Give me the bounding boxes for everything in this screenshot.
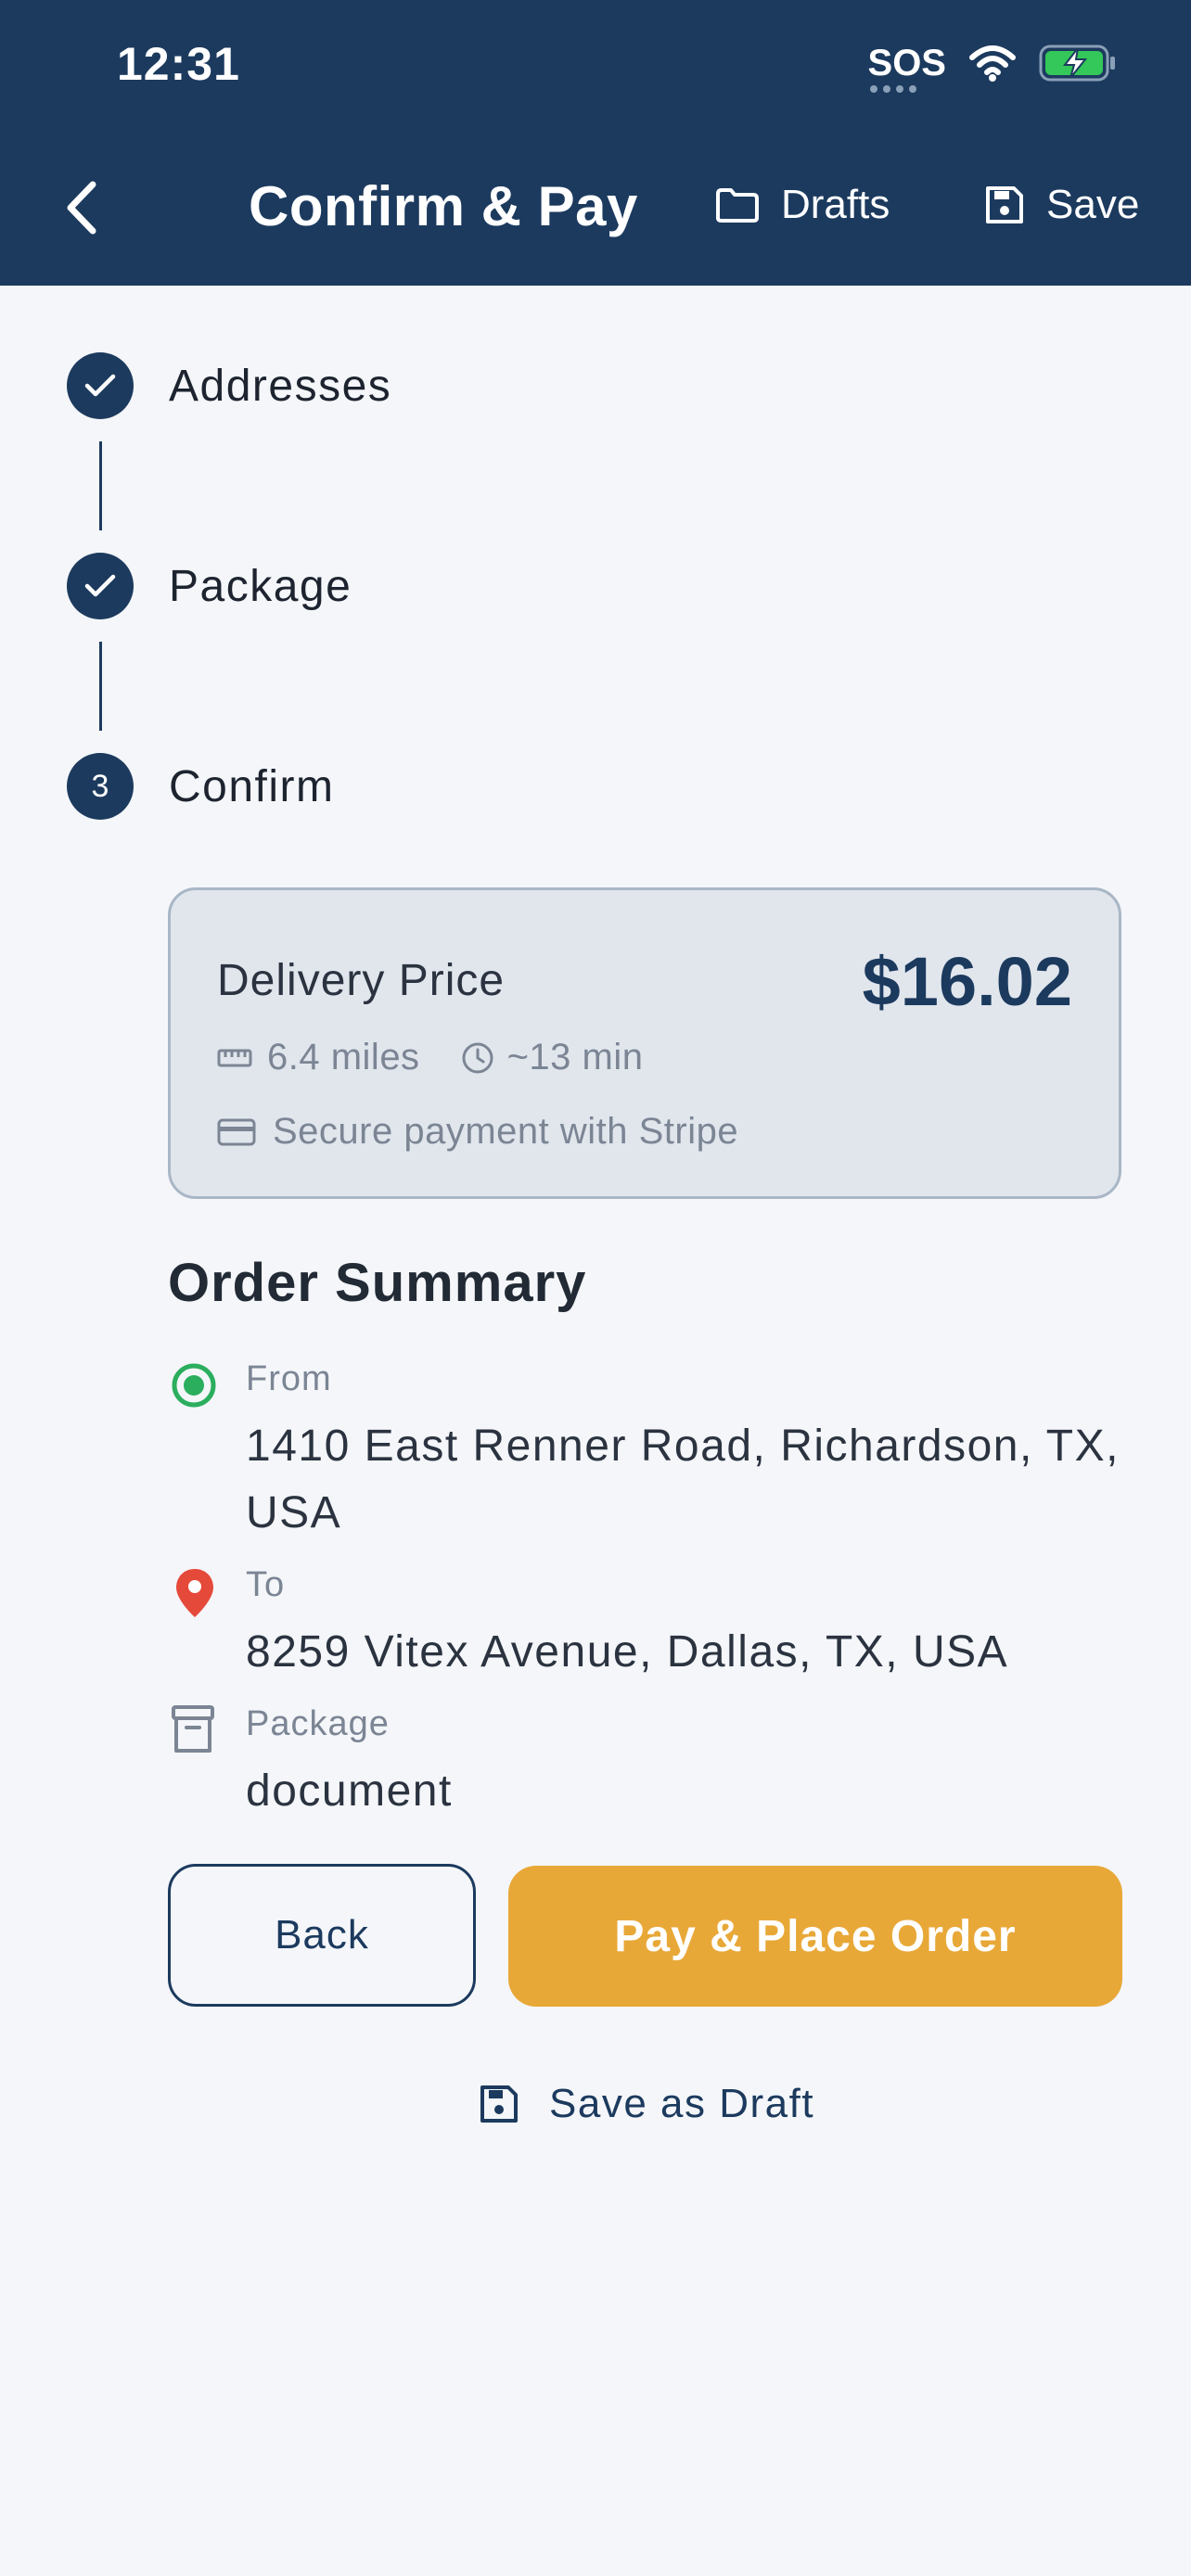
back-nav-button[interactable] (52, 171, 111, 245)
step-connector (99, 642, 102, 731)
sos-indicator: SOS (867, 43, 946, 93)
payment-note: Secure payment with Stripe (217, 1111, 738, 1153)
to-address: 8259 Vitex Avenue, Dallas, TX, USA (246, 1627, 1009, 1677)
step-label: Package (169, 561, 352, 611)
status-icons: SOS (867, 43, 1117, 93)
step-addresses[interactable]: Addresses (67, 352, 391, 419)
floppy-disk-icon (480, 2085, 518, 2123)
step-connector (99, 441, 102, 530)
page-title: Confirm & Pay (249, 175, 638, 237)
from-label: From (246, 1359, 332, 1398)
chevron-left-icon (67, 181, 96, 235)
delivery-price-card: Delivery Price $16.02 6.4 miles ~13 min … (168, 887, 1121, 1199)
order-summary-title: Order Summary (168, 1253, 587, 1313)
radio-dot-icon (172, 1363, 216, 1408)
step-number-badge: 3 (67, 753, 134, 820)
trip-meta: 6.4 miles ~13 min (217, 1037, 643, 1078)
checkmark-icon (84, 374, 116, 397)
step-complete-badge (67, 553, 134, 619)
package-label: Package (246, 1704, 390, 1743)
status-time: 12:31 (117, 38, 240, 90)
sos-label: SOS (867, 43, 946, 83)
step-complete-badge (67, 352, 134, 419)
clock-icon (462, 1042, 493, 1073)
save-label: Save (1046, 182, 1140, 227)
drafts-label: Drafts (781, 182, 890, 227)
credit-card-icon (217, 1118, 256, 1145)
sos-dots (869, 85, 916, 93)
distance-value: 6.4 miles (267, 1037, 420, 1078)
wifi-icon (969, 45, 1016, 82)
floppy-disk-icon (986, 186, 1023, 223)
step-label: Addresses (169, 361, 392, 411)
payment-note-text: Secure payment with Stripe (273, 1111, 739, 1152)
pay-place-order-button[interactable]: Pay & Place Order (508, 1866, 1122, 2007)
back-button[interactable]: Back (168, 1864, 476, 2007)
duration-value: ~13 min (506, 1037, 644, 1078)
price-value: $16.02 (862, 943, 1072, 1020)
app-header: 12:31 SOS Confirm & Pay Drafts Save (0, 0, 1191, 286)
package-value: document (246, 1766, 453, 1816)
save-as-draft-button[interactable]: Save as Draft (479, 2081, 814, 2127)
from-address: 1410 East Renner Road, Richardson, TX, U… (246, 1422, 1120, 1537)
step-confirm[interactable]: 3 Confirm (67, 753, 333, 820)
ruler-icon (217, 1049, 252, 1066)
drafts-button[interactable]: Drafts (714, 182, 890, 228)
save-as-draft-label: Save as Draft (549, 2081, 815, 2126)
battery-icon (1039, 45, 1115, 82)
save-button[interactable]: Save (983, 182, 1139, 228)
step-label: Confirm (169, 761, 335, 811)
checkmark-icon (84, 574, 116, 597)
step-package[interactable]: Package (67, 553, 351, 619)
map-pin-icon (176, 1569, 213, 1617)
to-label: To (246, 1565, 286, 1604)
folder-icon (716, 188, 759, 223)
price-label: Delivery Price (217, 956, 506, 1005)
archive-box-icon (172, 1705, 214, 1753)
